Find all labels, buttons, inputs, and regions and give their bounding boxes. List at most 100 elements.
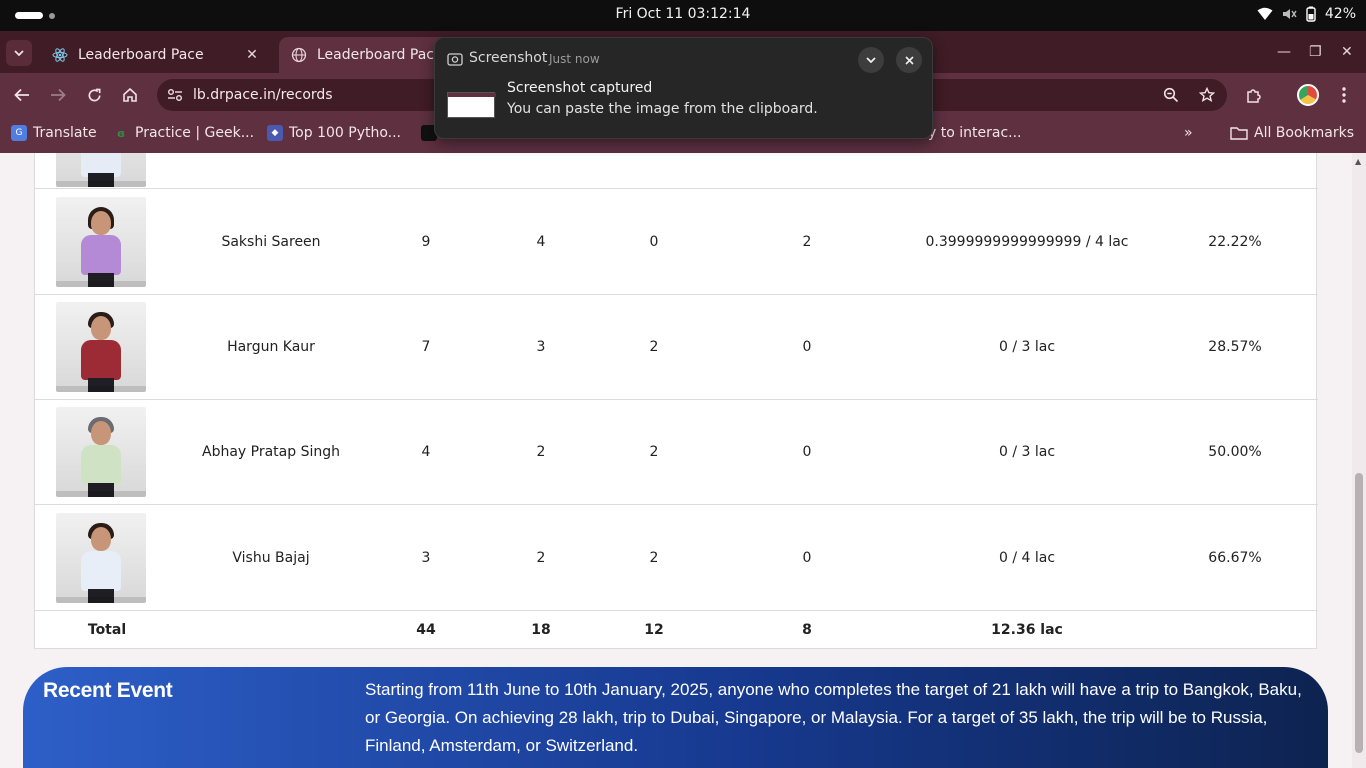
system-status-area[interactable]: 42% — [1257, 6, 1356, 22]
puzzle-icon — [1247, 89, 1261, 103]
zoom-icon[interactable] — [1159, 83, 1183, 107]
total-cell: 44 — [416, 621, 436, 638]
page-scrollbar[interactable]: ▲ — [1352, 153, 1366, 768]
bookmark-site-icon: ◆ — [267, 125, 283, 141]
notification-time: Just now — [549, 52, 600, 66]
recent-event-banner: Recent Event Starting from 11th June to … — [23, 667, 1328, 768]
globe-icon — [291, 47, 307, 63]
member-name: Vishu Bajaj — [232, 549, 310, 566]
screenshot-notification[interactable]: Screenshot Just now Screenshot captured … — [434, 37, 933, 139]
all-bookmarks-label: All Bookmarks — [1254, 125, 1355, 141]
notification-app-name: Screenshot — [469, 50, 548, 66]
stat-cell: 4 — [536, 233, 546, 250]
bookmark-python[interactable]: ◆ Top 100 Pytho... — [267, 125, 401, 141]
profile-button[interactable] — [1296, 83, 1320, 107]
avatar — [1297, 84, 1319, 106]
reload-button[interactable] — [82, 83, 106, 107]
tab-leaderboard-1[interactable]: Leaderboard Pace ✕ — [40, 37, 272, 73]
percentage-cell: 22.22% — [1208, 233, 1262, 250]
bookmark-label: Top 100 Pytho... — [289, 125, 402, 141]
reload-icon — [88, 88, 100, 101]
percentage-cell: 28.57% — [1208, 339, 1262, 355]
stat-cell: 2 — [649, 339, 659, 355]
member-name: Hargun Kaur — [227, 339, 315, 355]
stat-cell: 0 — [802, 549, 812, 566]
kebab-menu-icon — [1342, 87, 1346, 103]
stat-cell: 3 — [536, 339, 546, 355]
bookmark-translate[interactable]: G Translate — [11, 125, 97, 141]
stat-cell: 7 — [421, 339, 431, 355]
close-window-icon[interactable]: ✕ — [1341, 44, 1353, 60]
scroll-up-arrow-icon[interactable]: ▲ — [1355, 157, 1361, 166]
chevron-down-icon — [866, 57, 876, 63]
amount-cell: 0 / 3 lac — [998, 339, 1056, 355]
total-cell: 18 — [531, 621, 551, 638]
member-photo — [56, 407, 146, 497]
menu-button[interactable] — [1332, 83, 1356, 107]
total-cell: 12 — [644, 621, 664, 638]
tab-search-button[interactable] — [6, 40, 32, 66]
stat-cell: 0 — [649, 233, 659, 250]
all-bookmarks-button[interactable]: All Bookmarks — [1230, 125, 1354, 141]
minimize-icon[interactable]: — — [1277, 44, 1291, 60]
tab-title: Leaderboard Pace — [78, 47, 204, 63]
geeksforgeeks-icon: ɞ — [116, 126, 126, 140]
home-button[interactable] — [118, 83, 142, 107]
bookmark-label: Practice | Geek... — [135, 125, 255, 141]
home-icon — [123, 87, 137, 102]
table-row: Sakshi Sareen 9 4 0 2 0.3999999999999999… — [35, 188, 1318, 294]
stat-cell: 2 — [649, 444, 659, 460]
amount-cell: 0 / 3 lac — [998, 444, 1056, 460]
back-button[interactable] — [10, 83, 34, 107]
member-name: Sakshi Sareen — [221, 233, 321, 250]
bookmark-interactive[interactable]: y to interac... — [928, 125, 1022, 141]
screenshot-icon — [447, 53, 463, 66]
member-photo — [56, 153, 146, 187]
member-photo — [56, 197, 146, 287]
chevron-double-right-icon: » — [1184, 125, 1193, 141]
arrow-left-icon — [14, 88, 29, 102]
stat-cell: 0 — [802, 339, 812, 355]
member-photo — [56, 513, 146, 603]
scrollbar-thumb[interactable] — [1355, 473, 1363, 753]
page-content: Sakshi Sareen 9 4 0 2 0.3999999999999999… — [0, 153, 1352, 768]
screenshot-thumbnail[interactable] — [447, 92, 496, 118]
bookmark-star-icon[interactable] — [1195, 83, 1219, 107]
site-info-icon[interactable] — [163, 83, 187, 107]
table-row: Vishu Bajaj 3 2 2 0 0 / 4 lac 66.67% — [35, 504, 1318, 610]
bookmark-label: Translate — [33, 125, 97, 141]
chevron-down-icon — [14, 50, 24, 56]
total-label: Total — [87, 621, 127, 638]
url-text[interactable]: lb.drpace.in/records — [193, 87, 333, 103]
recent-event-text: Starting from 11th June to 10th January,… — [365, 680, 1302, 755]
bookmark-geeks[interactable]: ɞ Practice | Geek... — [113, 125, 254, 141]
maximize-icon[interactable]: ❐ — [1309, 44, 1322, 60]
amount-cell: 0 / 4 lac — [998, 549, 1056, 566]
close-icon — [904, 55, 914, 65]
bookmark-label: y to interac... — [928, 125, 1022, 141]
extensions-button[interactable] — [1242, 83, 1266, 107]
os-clock[interactable]: Fri Oct 11 03:12:14 — [0, 6, 1366, 22]
folder-icon — [1230, 127, 1248, 140]
stat-cell: 4 — [421, 444, 431, 460]
stat-cell: 0 — [802, 444, 812, 460]
table-row: Hargun Kaur 7 3 2 0 0 / 3 lac 28.57% — [35, 294, 1318, 399]
notification-body: You can paste the image from the clipboa… — [507, 101, 818, 117]
google-translate-icon: G — [11, 125, 27, 141]
more-bookmarks-button[interactable]: » — [1184, 125, 1193, 141]
notification-heading: Screenshot captured — [507, 80, 653, 96]
stat-cell: 2 — [536, 549, 546, 566]
table-row: Abhay Pratap Singh 4 2 2 0 0 / 3 lac 50.… — [35, 399, 1318, 504]
total-row: Total 44 18 12 8 12.36 lac — [35, 610, 1318, 648]
close-icon[interactable]: ✕ — [244, 47, 260, 63]
amount-cell: 0.3999999999999999 / 4 lac — [925, 233, 1129, 250]
total-amount: 12.36 lac — [991, 621, 1063, 638]
stat-cell: 2 — [649, 549, 659, 566]
stat-cell: 2 — [802, 233, 812, 250]
percentage-cell: 66.67% — [1208, 549, 1262, 566]
close-notification-button[interactable] — [896, 47, 922, 73]
forward-button[interactable] — [46, 83, 70, 107]
expand-notification-button[interactable] — [858, 47, 884, 73]
member-name: Abhay Pratap Singh — [202, 444, 340, 460]
battery-percentage: 42% — [1324, 6, 1356, 22]
